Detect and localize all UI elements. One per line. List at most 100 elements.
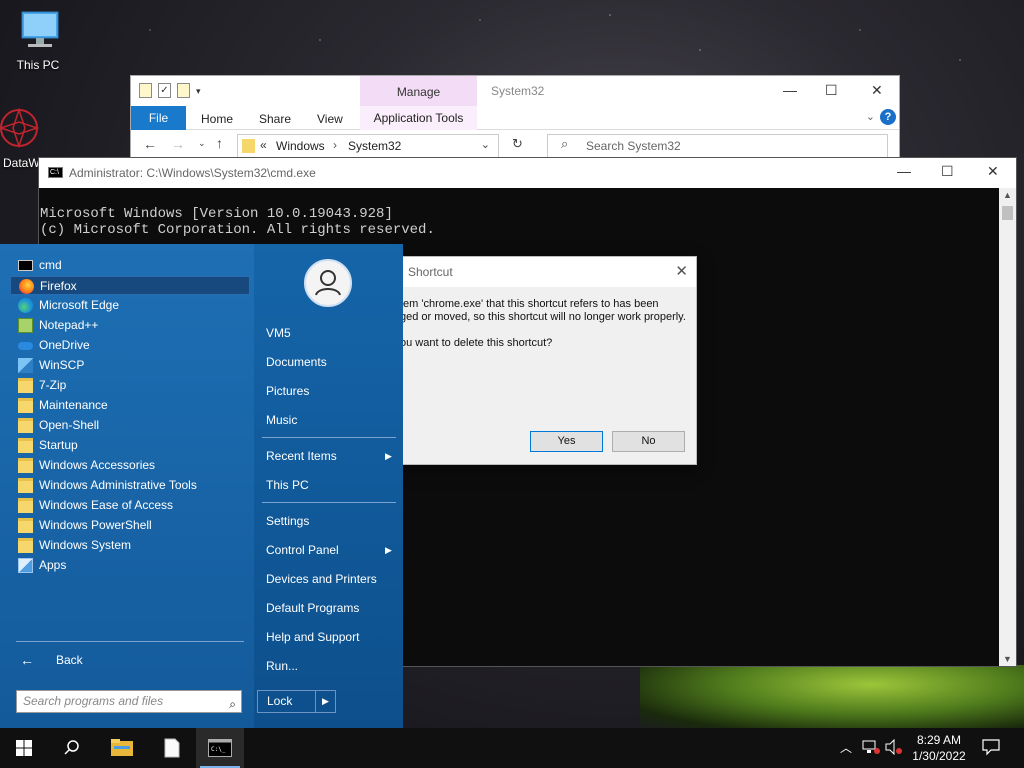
submenu-arrow-icon: ▶ (385, 545, 392, 555)
places-item-recent-items[interactable]: Recent Items (266, 449, 337, 463)
places-item-settings[interactable]: Settings (266, 514, 309, 528)
refresh-icon[interactable]: ↻ (512, 136, 523, 152)
desktop-icon-label: DataW (3, 156, 40, 170)
program-folder-windows-accessories[interactable]: Windows Accessories (10, 456, 250, 475)
places-item-control-panel[interactable]: Control Panel (266, 543, 339, 557)
scroll-down-icon[interactable]: ▼ (1003, 654, 1012, 664)
places-item-default-programs[interactable]: Default Programs (266, 601, 359, 615)
program-folder-windows-ease-of-access[interactable]: Windows Ease of Access (10, 496, 250, 515)
start-button[interactable] (0, 728, 48, 768)
desktop-icon-this-pc[interactable]: This PC (3, 10, 73, 72)
program-item-onedrive[interactable]: OneDrive (10, 336, 250, 355)
search-input[interactable]: Search System32 (547, 134, 888, 158)
program-folder-windows-administrative-tools[interactable]: Windows Administrative Tools (10, 476, 250, 495)
console-line: (c) Microsoft Corporation. All rights re… (40, 222, 435, 238)
places-item-this-pc[interactable]: This PC (266, 478, 309, 492)
tab-share[interactable]: Share (259, 112, 291, 126)
customize-toolbar-icon[interactable]: ▾ (196, 83, 201, 99)
breadcrumb-overflow[interactable]: « (260, 138, 267, 152)
avatar[interactable] (304, 259, 352, 307)
maximize-icon[interactable]: ☐ (941, 163, 954, 180)
back-button[interactable]: ← Back (16, 652, 83, 668)
show-hidden-icons-icon[interactable]: ︿ (840, 739, 852, 756)
up-arrow-icon[interactable]: ↑ (216, 135, 223, 151)
program-label: Notepad++ (39, 318, 99, 332)
program-item-firefox[interactable]: Firefox (10, 276, 250, 295)
yes-button[interactable]: Yes (530, 431, 603, 452)
close-icon[interactable]: ✕ (871, 82, 883, 99)
scrollbar[interactable]: ▲ ▼ (999, 188, 1016, 666)
program-folder-startup[interactable]: Startup (10, 436, 250, 455)
program-label: OneDrive (39, 338, 90, 352)
program-folder-maintenance[interactable]: Maintenance (10, 396, 250, 415)
program-folder-open-shell[interactable]: Open-Shell (10, 416, 250, 435)
tab-view[interactable]: View (317, 112, 343, 126)
tab-application-tools[interactable]: Application Tools (360, 106, 477, 130)
search-programs-input[interactable]: Search programs and files ⌕ (16, 690, 242, 713)
places-item-run[interactable]: Run... (266, 659, 298, 673)
tab-file[interactable]: File (131, 106, 186, 130)
address-bar[interactable]: « Windows › System32 ⌄ (237, 134, 499, 158)
recent-locations-icon[interactable]: ⌄ (198, 138, 206, 149)
maximize-icon[interactable]: ☐ (825, 82, 838, 99)
taskbar-file-explorer[interactable] (98, 728, 146, 768)
program-item-cmd[interactable]: cmd (10, 256, 250, 275)
help-icon[interactable]: ? (880, 109, 896, 125)
back-arrow-icon: ← (20, 652, 34, 668)
program-item-apps[interactable]: Apps (10, 556, 250, 575)
folder-icon (18, 458, 33, 473)
minimize-icon[interactable]: — (783, 82, 797, 98)
program-folder-7-zip[interactable]: 7-Zip (10, 376, 250, 395)
explorer-title: System32 (491, 84, 545, 98)
program-label: Microsoft Edge (39, 298, 120, 312)
desktop-icon-dataw[interactable]: DataW (0, 106, 54, 170)
folder-icon[interactable] (139, 83, 152, 98)
this-pc-icon (21, 11, 59, 47)
places-item-devices-and-printers[interactable]: Devices and Printers (266, 572, 377, 586)
program-label: Windows PowerShell (39, 518, 152, 532)
scroll-up-icon[interactable]: ▲ (1003, 190, 1012, 200)
address-dropdown-icon[interactable]: ⌄ (481, 138, 490, 151)
places-item-music[interactable]: Music (266, 413, 297, 427)
shutdown-options-icon[interactable]: ▶ (315, 691, 335, 712)
close-icon[interactable]: ✕ (675, 262, 688, 280)
places-item-vm5[interactable]: VM5 (266, 326, 291, 340)
clock-date: 1/30/2022 (912, 749, 966, 763)
tab-home[interactable]: Home (201, 112, 233, 126)
properties-icon[interactable]: ✓ (158, 83, 171, 98)
program-folder-windows-system[interactable]: Windows System (10, 536, 250, 555)
cmd-title: Administrator: C:\Windows\System32\cmd.e… (69, 166, 316, 180)
volume-muted-icon[interactable] (885, 738, 903, 758)
program-item-notepadpp[interactable]: Notepad++ (10, 316, 250, 335)
notifications-icon[interactable] (982, 738, 1000, 759)
folder-icon (18, 498, 33, 513)
back-arrow-icon[interactable]: ← (143, 136, 157, 152)
taskbar-notepad[interactable] (148, 728, 196, 768)
minimize-icon[interactable]: — (897, 163, 911, 179)
taskbar-search-button[interactable] (48, 728, 96, 768)
taskbar-cmd[interactable]: C:\_ (196, 728, 244, 768)
breadcrumb-system32[interactable]: System32 (348, 139, 401, 153)
scrollbar-thumb[interactable] (1002, 206, 1013, 220)
folder-icon (18, 378, 33, 393)
user-icon (315, 270, 341, 296)
lock-button[interactable]: Lock ▶ (257, 690, 336, 713)
program-item-winscp[interactable]: WinSCP (10, 356, 250, 375)
no-button[interactable]: No (612, 431, 685, 452)
dialog-title: Shortcut (408, 265, 453, 279)
network-icon[interactable] (862, 739, 880, 758)
clock[interactable]: 8:29 AM 1/30/2022 (906, 732, 972, 764)
close-icon[interactable]: ✕ (987, 163, 999, 180)
tab-manage[interactable]: Manage (360, 76, 477, 106)
program-item-microsoft-edge[interactable]: Microsoft Edge (10, 296, 250, 315)
program-folder-windows-powershell[interactable]: Windows PowerShell (10, 516, 250, 535)
dialog-question: ou want to delete this shortcut? (400, 337, 553, 349)
places-item-pictures[interactable]: Pictures (266, 384, 309, 398)
places-item-help-and-support[interactable]: Help and Support (266, 630, 359, 644)
divider (16, 641, 244, 642)
places-item-documents[interactable]: Documents (266, 355, 327, 369)
expand-ribbon-icon[interactable]: ⌄ (866, 110, 875, 123)
forward-arrow-icon[interactable]: → (171, 136, 185, 152)
breadcrumb-windows[interactable]: Windows (276, 139, 325, 153)
new-folder-icon[interactable] (177, 83, 190, 98)
